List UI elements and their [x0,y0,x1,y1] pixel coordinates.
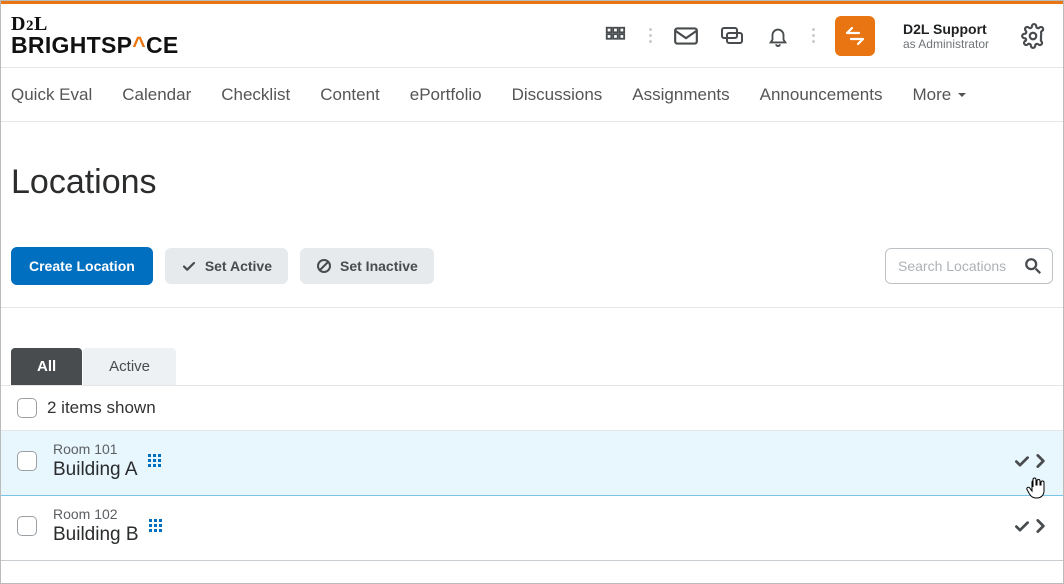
set-inactive-button[interactable]: Set Inactive [300,248,434,284]
count-text: 2 items shown [47,398,156,418]
logo-d2l: D2L [11,14,179,34]
logo-brightspace: BRIGHTSP^CE [11,34,179,57]
toolbar: Create Location Set Active Set Inactive [1,229,1063,308]
location-row[interactable]: Room 102 Building B [1,496,1063,561]
search-box[interactable] [885,248,1053,284]
row-actions [1013,517,1047,535]
cancel-icon [316,258,332,274]
user-name: D2L Support [903,21,989,37]
tab-active[interactable]: Active [83,348,176,385]
brand-logo[interactable]: D2L BRIGHTSP^CE [11,14,179,57]
nav-calendar[interactable]: Calendar [122,85,191,105]
topbar-icons: D2L Support as Administrator [601,16,1047,56]
row-checkbox[interactable] [17,451,37,471]
top-bar: D2L BRIGHTSP^CE D2L Support as Administr… [1,4,1063,68]
nav-quick-eval[interactable]: Quick Eval [11,85,92,105]
row-actions [1013,452,1047,470]
nav-more-label: More [913,85,952,105]
separator-dots [810,28,817,43]
select-all-checkbox[interactable] [17,398,37,418]
check-icon [181,258,197,274]
user-block[interactable]: D2L Support as Administrator [903,21,989,51]
set-active-label: Set Active [205,258,272,274]
location-row[interactable]: Room 101 Building A [1,431,1063,496]
location-building: Building A [53,459,138,481]
nav-eportfolio[interactable]: ePortfolio [410,85,482,105]
nav-more[interactable]: More [913,85,969,105]
page-title: Locations [1,145,1063,206]
list-area: All Active 2 items shown Room 101 Buildi… [1,308,1063,561]
drag-handle-icon[interactable] [148,454,161,467]
nav-checklist[interactable]: Checklist [221,85,290,105]
count-row: 2 items shown [1,386,1063,431]
create-location-button[interactable]: Create Location [11,247,153,285]
search-icon[interactable] [1024,257,1042,275]
chat-icon[interactable] [718,22,746,50]
location-building: Building B [53,524,139,546]
role-switch-icon[interactable] [835,16,875,56]
set-inactive-label: Set Inactive [340,258,418,274]
chevron-down-icon [956,89,968,101]
separator-dots [647,28,654,43]
nav-content[interactable]: Content [320,85,380,105]
gear-icon[interactable] [1019,22,1047,50]
active-check-icon [1013,517,1031,535]
location-name: Room 102 [53,506,139,522]
location-name: Room 101 [53,441,138,457]
nav-discussions[interactable]: Discussions [512,85,603,105]
chevron-right-icon[interactable] [1033,517,1047,535]
mail-icon[interactable] [672,22,700,50]
nav-announcements[interactable]: Announcements [760,85,883,105]
row-checkbox[interactable] [17,516,37,536]
tab-all[interactable]: All [11,348,82,385]
main-nav: Quick Eval Calendar Checklist Content eP… [1,68,1063,122]
drag-handle-icon[interactable] [149,519,162,532]
chevron-right-icon[interactable] [1033,452,1047,470]
user-role: as Administrator [903,37,989,51]
tabs: All Active [1,348,1063,386]
active-check-icon [1013,452,1031,470]
bell-icon[interactable] [764,22,792,50]
apps-icon[interactable] [601,22,629,50]
set-active-button[interactable]: Set Active [165,248,288,284]
search-input[interactable] [896,257,1018,275]
nav-assignments[interactable]: Assignments [632,85,729,105]
